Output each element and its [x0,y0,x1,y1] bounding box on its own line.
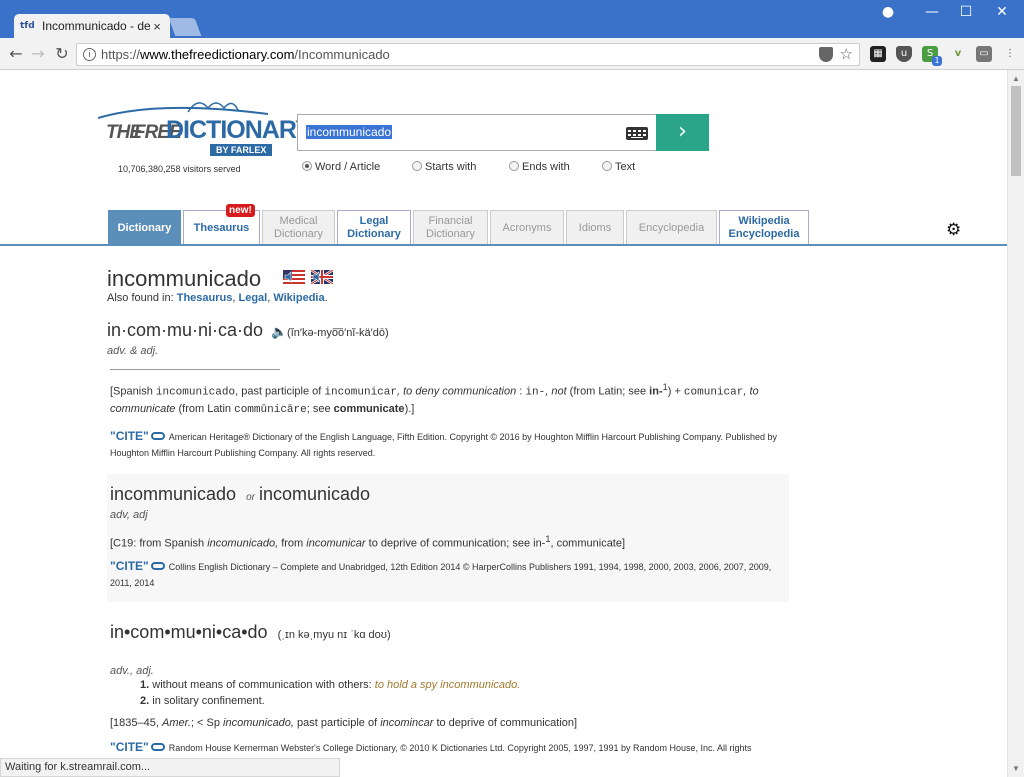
tab-medical-dictionary[interactable]: Medical Dictionary [262,210,335,245]
cite-button[interactable]: "CITE" [110,559,149,573]
entry-headword-variant: incomunicado [258,484,371,504]
link-icon[interactable] [150,743,165,751]
cite-button[interactable]: "CITE" [110,740,149,754]
search-input[interactable]: incommunicado [297,114,657,151]
search-value: incommunicado [306,125,393,139]
keyboard-icon[interactable] [626,127,648,140]
new-tab-button[interactable] [168,18,202,36]
scrollbar-thumb[interactable] [1011,86,1021,176]
profile-icon[interactable]: ● [868,0,908,24]
new-badge: new! [226,204,255,217]
citation: "CITE" Collins English Dictionary – Compl… [110,558,772,588]
tab-legal-dictionary[interactable]: Legal Dictionary [337,210,411,245]
tab-idioms[interactable]: Idioms [566,210,624,245]
divider [110,369,280,370]
maximize-button[interactable]: ☐ [946,0,986,24]
site-info-icon[interactable]: i [83,48,96,61]
reload-button[interactable]: ↻ [52,44,72,64]
tabs-underline [0,244,1007,246]
radio-starts-with[interactable]: Starts with [412,161,476,173]
tab-financial-dictionary[interactable]: Financial Dictionary [413,210,488,245]
also-found-in: Also found in: Thesaurus, Legal, Wikiped… [107,292,328,304]
logo-byfarlex: BY FARLEX [210,144,273,156]
sense-2: 2. in solitary confinement. [140,695,265,707]
pronunciation: (ˌɪn kəˌmyu nɪ ˈkɑ doʊ) [277,629,391,641]
menu-icon[interactable]: ⋮ [1002,46,1018,62]
cite-button[interactable]: "CITE" [110,429,149,443]
entry-headword: in•com•mu•ni•ca•do [110,622,268,642]
radio-ends-with[interactable]: Ends with [509,161,570,173]
scroll-down-icon[interactable]: ▼ [1012,764,1020,773]
status-bar: Waiting for k.streamrail.com... [0,758,340,777]
link-icon[interactable] [150,561,165,570]
tab-wikipedia-encyclopedia[interactable]: Wikipedia Encyclopedia [719,210,809,245]
tab-title: Incommunicado - definiti [42,19,150,33]
pronunciation: (ĭn′kə-myo͞o′nĭ-kä′dō) [287,327,389,339]
part-of-speech: adv, adj [110,509,148,521]
part-of-speech: adv., adj. [110,665,154,677]
browser-tab[interactable]: tfd Incommunicado - definiti × [14,14,170,38]
radio-dot [412,161,422,171]
radio-dot [302,161,312,171]
speaker-icon[interactable]: 🔈 [271,325,287,340]
url-path: /Incommunicado [294,47,390,62]
etymology: [1835–45, Amer.; < Sp incomunicado, past… [110,717,578,729]
citation: "CITE" Random House Kernerman Webster's C… [110,740,752,754]
extension-v-icon[interactable]: v [950,46,966,62]
or-label: or [246,492,255,503]
uk-audio-flag-icon[interactable] [311,270,333,284]
entry-headword: incommunicado [110,484,237,504]
blocked-content-icon[interactable] [819,47,833,62]
us-audio-flag-icon[interactable] [283,270,305,284]
browser-titlebar: tfd Incommunicado - definiti × ● — ☐ ✕ [0,0,1024,38]
page-title: incommunicado [107,266,262,291]
etymology: [Spanish incomunicado, past participle o… [110,382,759,416]
page: THE FREE DICTIONARY BY FARLEX 10,706,380… [0,70,1007,777]
entry-ahd: in·com·mu·ni·ca·do 🔈(ĭn′kə-myo͞o′nĭ-kä′dō… [107,320,789,461]
also-found-legal-link[interactable]: Legal [238,292,267,304]
radio-word-article[interactable]: Word / Article [302,161,380,173]
extension-chat-icon[interactable]: ▭ [976,46,992,62]
extension-table-icon[interactable]: ▦ [870,46,886,62]
close-tab-icon[interactable]: × [150,19,164,34]
entry-collins: incommunicado or incomunicado adv, adj [C1… [107,474,789,602]
page-scrollbar[interactable]: ▲ ▼ [1007,70,1024,777]
tab-acronyms[interactable]: Acronyms [490,210,564,245]
extension-badge: 1 [932,56,942,66]
radio-text[interactable]: Text [602,161,635,173]
entry-random-house: in•com•mu•ni•ca•do (ˌɪn kəˌmyu nɪ ˈkɑ doʊ… [107,622,789,756]
forward-button[interactable]: → [28,44,48,64]
citation: "CITE" American Heritage® Dictionary of t… [110,428,777,458]
also-found-wikipedia-link[interactable]: Wikipedia [273,292,324,304]
browser-toolbar: ← → ↻ i https://www.thefreedictionary.co… [0,38,1024,70]
part-of-speech: adv. & adj. [107,345,159,357]
settings-gear-icon[interactable]: ⚙ [946,220,961,240]
also-found-thesaurus-link[interactable]: Thesaurus [177,292,233,304]
sense-1: 1. without means of communication with o… [140,679,521,691]
url-host: www.thefreedictionary.com [140,47,295,62]
search-go-button[interactable]: › [656,114,709,151]
entry-headword: in·com·mu·ni·ca·do [107,320,264,340]
logo-dictionary: DICTIONARY [166,116,312,144]
tab-dictionary[interactable]: Dictionary [108,210,181,245]
close-window-button[interactable]: ✕ [982,0,1022,24]
bookmark-star-icon[interactable]: ☆ [840,44,853,65]
url-scheme: https:// [101,47,141,62]
link-icon[interactable] [150,431,165,440]
visitors-count: 10,706,380,258 visitors served [118,164,241,174]
extension-ublock-icon[interactable]: u [896,46,912,62]
radio-dot [602,161,612,171]
address-bar[interactable]: i https://www.thefreedictionary.com/Inco… [76,43,860,66]
back-button[interactable]: ← [6,44,26,64]
tab-encyclopedia[interactable]: Encyclopedia [626,210,717,245]
scroll-up-icon[interactable]: ▲ [1012,74,1020,83]
etymology: [C19: from Spanish incomunicado, from in… [110,534,626,550]
radio-dot [509,161,519,171]
site-favicon-icon: tfd [20,21,35,31]
